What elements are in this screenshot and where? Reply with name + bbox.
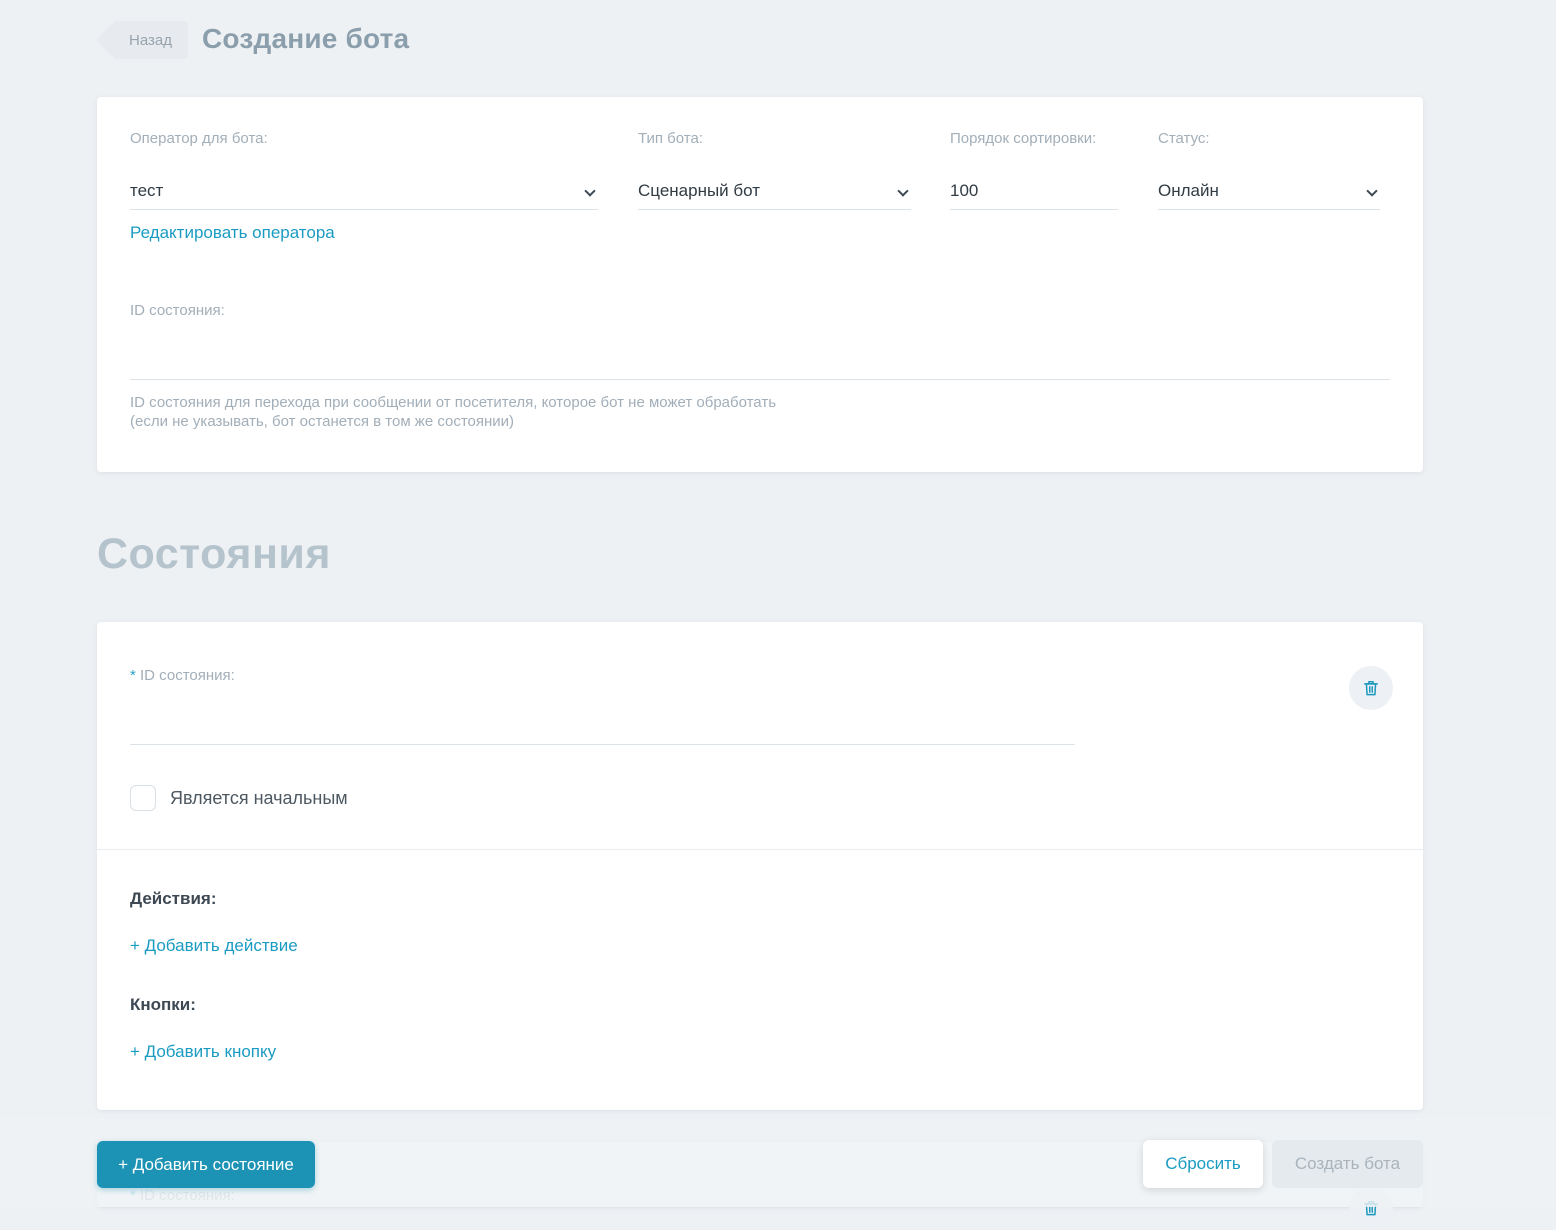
trash-icon [1364,681,1378,696]
chevron-down-icon [1366,185,1378,197]
hint-line-2: (если не указывать, бот останется в том … [130,413,515,430]
bot-type-select[interactable]: Сценарный бот [638,160,911,210]
operator-label: Оператор для бота: [130,130,268,147]
initial-state-checkbox-label: Является начальным [170,788,348,808]
status-label: Статус: [1158,130,1210,147]
footer-bar: + Добавить состояние Сбросить Создать бо… [0,1118,1556,1207]
sort-order-label: Порядок сортировки: [950,130,1097,147]
bot-creation-page: Назад Создание бота Оператор для бота: т… [0,0,1556,1230]
sort-order-value: 100 [950,181,979,200]
chevron-down-icon [584,185,596,197]
delete-state-button[interactable] [1349,666,1393,710]
state-id-label: * ID состояния: [130,667,235,684]
buttons-label: Кнопки: [130,995,196,1014]
state-id-label-text: ID состояния: [140,667,235,684]
sort-order-input[interactable]: 100 [950,160,1118,210]
reset-button[interactable]: Сбросить [1143,1140,1263,1188]
state-id-input[interactable] [130,695,1075,745]
operator-select[interactable]: тест [130,160,598,210]
fallback-state-id-label: ID состояния: [130,302,225,319]
hint-line-1: ID состояния для перехода при сообщении … [130,394,777,411]
states-section-heading: Состояния [97,530,331,578]
chevron-down-icon [897,185,909,197]
status-select-value: Онлайн [1158,181,1219,200]
page-title: Создание бота [202,23,410,54]
status-select[interactable]: Онлайн [1158,160,1380,210]
add-action-link[interactable]: + Добавить действие [130,936,298,956]
bot-type-label: Тип бота: [638,130,703,147]
back-button-label: Назад [129,31,172,49]
add-button-link[interactable]: + Добавить кнопку [130,1042,276,1062]
add-state-button[interactable]: + Добавить состояние [97,1141,315,1188]
create-bot-button[interactable]: Создать бота [1272,1140,1423,1188]
initial-state-checkbox[interactable] [130,785,156,811]
bot-type-select-value: Сценарный бот [638,181,761,200]
edit-operator-link[interactable]: Редактировать оператора [130,223,335,243]
initial-state-row: Является начальным [97,785,1423,811]
bot-settings-card: Оператор для бота: тест Редактировать оп… [97,97,1423,472]
fallback-state-id-input[interactable] [130,330,1390,380]
state-card: * ID состояния: Является начальным Дейст… [97,622,1423,1110]
operator-select-value: тест [130,181,164,200]
actions-label: Действия: [130,889,217,908]
card-divider [97,849,1423,850]
fallback-state-id-hint: ID состояния для перехода при сообщении … [130,393,776,431]
required-mark: * [130,667,136,684]
back-button[interactable]: Назад [113,21,188,59]
